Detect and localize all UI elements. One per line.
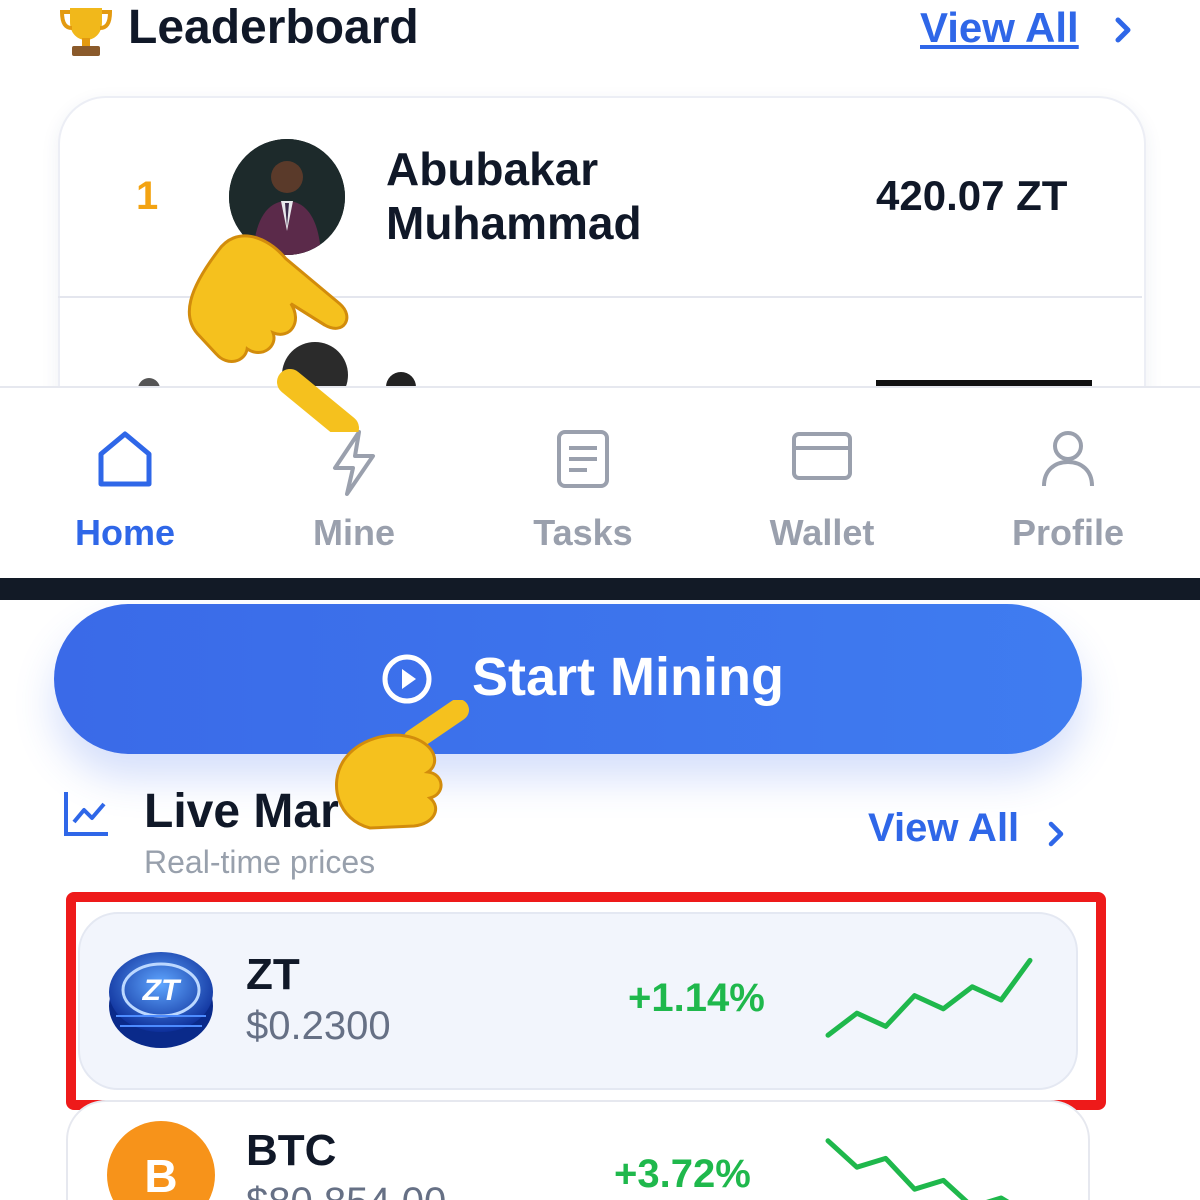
wallet-icon [792,432,852,480]
nav-label-profile: Profile [1011,512,1125,553]
top-screenshot: Leaderboard View All 1 Abubakar Muhammad… [0,0,1200,578]
sparkline-line [825,1138,1010,1200]
sparkline-chart [825,1138,1010,1200]
live-markets-view-all-link[interactable]: View All [868,806,1019,851]
btc-coin-lettering: B [144,1150,177,1200]
nav-item-wallet[interactable]: Wallet [722,388,922,578]
rank-number: 1 [136,174,159,218]
play-icon[interactable] [380,652,434,706]
coin-price: $80,854.00 [246,1180,446,1200]
nav-label-home: Home [74,512,176,553]
leaderboard-view-all-link[interactable]: View All [920,4,1079,52]
btc-coin-icon: B [107,1121,215,1200]
chevron-right-icon[interactable] [1108,10,1138,50]
trophy-icon [59,8,113,56]
tasks-icon [557,430,609,488]
nav-label-wallet: Wallet [769,512,875,553]
coin-symbol: BTC [246,1126,337,1175]
coin-change: +3.72% [614,1152,751,1196]
image-separator [0,578,1200,600]
nav-label-tasks: Tasks [533,512,633,553]
home-icon [98,431,152,487]
profile-icon [1042,431,1094,487]
leaderboard-title: Leaderboard [128,1,419,54]
chevron-right-icon[interactable] [1044,818,1068,850]
nav-item-profile[interactable]: Profile [968,388,1168,578]
start-mining-label[interactable]: Start Mining [472,646,784,708]
highlight-box [66,892,1106,1110]
nav-item-tasks[interactable]: Tasks [483,388,683,578]
lightning-icon [333,430,375,496]
chart-line-icon [64,792,108,836]
nav-label-mine: Mine [312,512,395,553]
live-markets-title: Live Mar [144,785,339,838]
pointing-hand-icon [187,234,359,432]
bottom-screenshot: Start Mining Live Mar Real-time prices V… [0,600,1200,1200]
leaderboard-user-name: Abubakar Muhammad [386,143,642,249]
pointing-hand-icon [335,700,469,830]
leaderboard-user-score: 420.07 ZT [876,172,1068,219]
live-markets-subtitle: Real-time prices [144,844,376,880]
